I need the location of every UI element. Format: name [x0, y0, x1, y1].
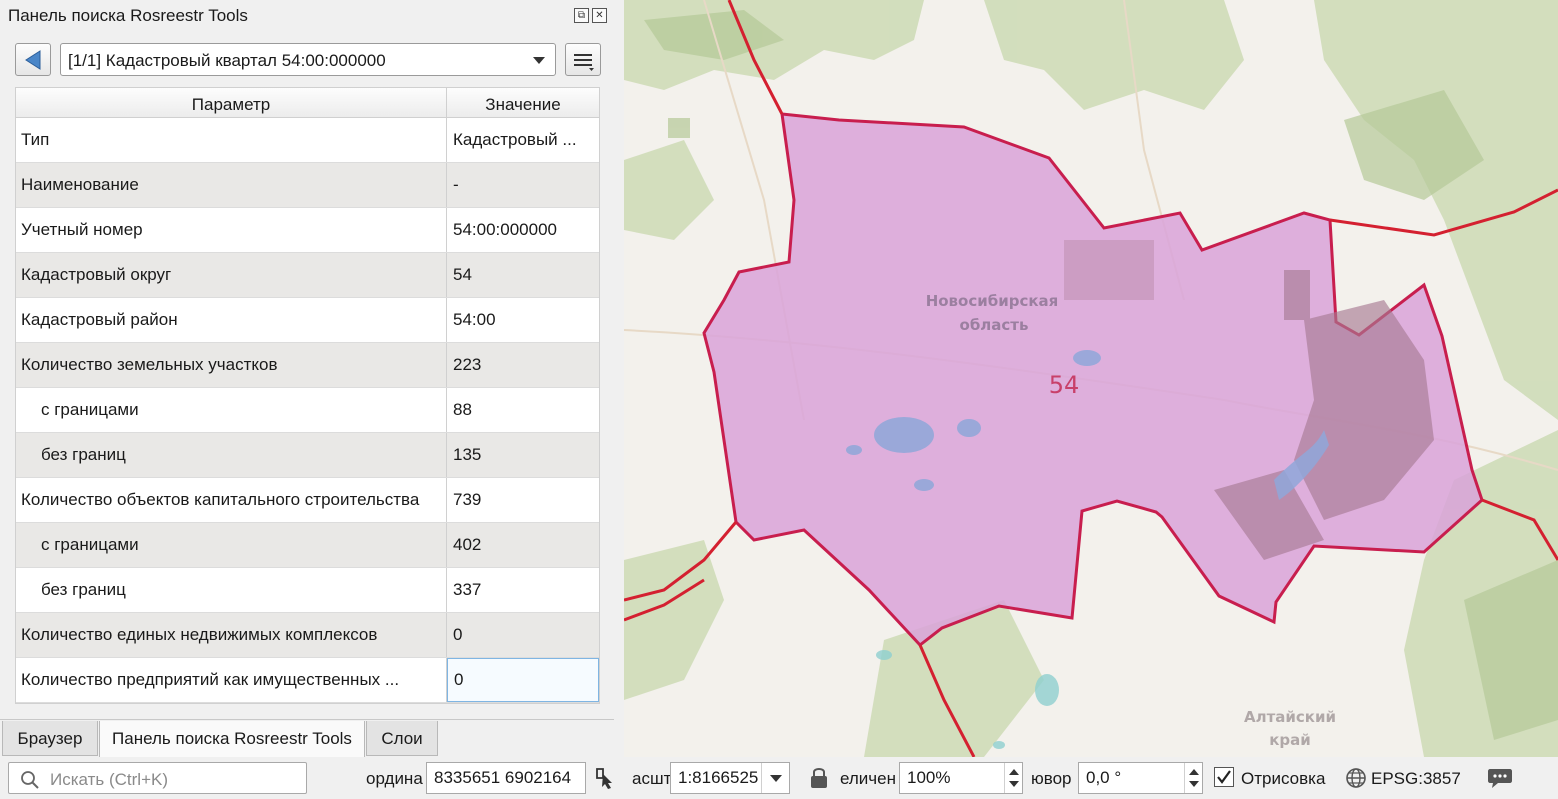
- magnifier-label: еличен: [840, 769, 897, 788]
- chevron-down-icon: [761, 763, 789, 793]
- value-cell: 402: [453, 535, 482, 554]
- param-cell: Тип: [16, 118, 447, 162]
- rotation-value: 0,0 °: [1086, 768, 1122, 787]
- param-cell: Количество объектов капитального строите…: [16, 478, 447, 522]
- checkmark-icon: [1217, 770, 1231, 784]
- value-cell: 337: [453, 580, 482, 599]
- mouse-pointer-coordinates-icon[interactable]: [592, 766, 616, 790]
- tab-rosreestr-search[interactable]: Панель поиска Rosreestr Tools: [99, 721, 365, 758]
- column-header-value[interactable]: Значение: [447, 88, 599, 118]
- table-row[interactable]: Количество земельных участков 223: [16, 343, 599, 388]
- status-bar: Искать (Ctrl+K) ордина 8335651 6902164 а…: [0, 757, 1558, 799]
- neighbor-region-label: Алтайский: [1244, 708, 1336, 726]
- lock-icon[interactable]: [808, 766, 830, 790]
- undock-icon[interactable]: ⧉: [574, 8, 589, 23]
- value-cell: 0: [453, 625, 463, 644]
- param-cell: с границами: [16, 388, 447, 432]
- rotation-label: ювор: [1031, 769, 1072, 788]
- spin-arrows-icon[interactable]: [1004, 763, 1022, 793]
- region-name-label: Новосибирская: [926, 292, 1059, 310]
- crs-label[interactable]: EPSG:3857: [1371, 769, 1461, 789]
- magnifier-spinbox[interactable]: 100%: [899, 762, 1023, 794]
- coordinate-label: ордина: [366, 769, 423, 788]
- value-cell: 54:00: [453, 310, 496, 329]
- value-cell: 54: [453, 265, 472, 284]
- tab-layers[interactable]: Слои: [366, 721, 438, 756]
- dock-tabbar: Браузер Панель поиска Rosreestr Tools Сл…: [0, 719, 614, 758]
- result-select[interactable]: [1/1] Кадастровый квартал 54:00:000000: [60, 43, 556, 76]
- param-cell: Количество единых недвижимых комплексов: [16, 613, 447, 657]
- locator-search-input[interactable]: Искать (Ctrl+K): [8, 762, 307, 794]
- value-cell: 223: [453, 355, 482, 374]
- back-button[interactable]: [15, 43, 51, 76]
- table-row[interactable]: без границ 337: [16, 568, 599, 613]
- arrow-left-icon: [25, 50, 41, 70]
- param-cell: Количество земельных участков: [16, 343, 447, 387]
- map-canvas[interactable]: Новосибирская область 54 Алтайский край: [624, 0, 1558, 757]
- region-number-label: 54: [1049, 371, 1080, 399]
- param-cell: Кадастровый район: [16, 298, 447, 342]
- table-row[interactable]: без границ 135: [16, 433, 599, 478]
- param-cell: Наименование: [16, 163, 447, 207]
- param-cell: без границ: [16, 433, 447, 477]
- value-cell-selected[interactable]: 0: [447, 658, 599, 702]
- globe-icon[interactable]: [1345, 767, 1367, 789]
- menu-button[interactable]: [565, 43, 601, 76]
- neighbor-region-label-2: край: [1269, 731, 1311, 749]
- search-icon: [21, 771, 39, 789]
- table-row[interactable]: с границами 402: [16, 523, 599, 568]
- table-row[interactable]: Количество единых недвижимых комплексов …: [16, 613, 599, 658]
- render-checkbox[interactable]: [1214, 767, 1234, 787]
- table-row[interactable]: с границами 88: [16, 388, 599, 433]
- value-cell: 739: [453, 490, 482, 509]
- table-row[interactable]: Тип Кадастровый ...: [16, 118, 599, 163]
- scale-label: асшт: [632, 769, 672, 788]
- hamburger-icon: [574, 54, 594, 71]
- attributes-table: Параметр Значение Тип Кадастровый ... На…: [15, 87, 600, 704]
- scale-value: 1:8166525: [678, 768, 759, 787]
- param-cell: Учетный номер: [16, 208, 447, 252]
- magnifier-value: 100%: [907, 768, 951, 787]
- chevron-down-icon: [533, 57, 545, 64]
- scale-combo[interactable]: 1:8166525: [670, 762, 790, 794]
- search-placeholder: Искать (Ctrl+K): [50, 770, 169, 789]
- param-cell: с границами: [16, 523, 447, 567]
- table-row[interactable]: Наименование -: [16, 163, 599, 208]
- region-name-label-2: область: [960, 316, 1029, 334]
- table-row[interactable]: Количество объектов капитального строите…: [16, 478, 599, 523]
- value-cell: 54:00:000000: [453, 220, 557, 239]
- param-cell: без границ: [16, 568, 447, 612]
- table-row[interactable]: Кадастровый округ 54: [16, 253, 599, 298]
- rotation-spinbox[interactable]: 0,0 °: [1078, 762, 1203, 794]
- value-cell: -: [453, 175, 459, 194]
- value-cell: 135: [453, 445, 482, 464]
- spin-arrows-icon[interactable]: [1184, 763, 1202, 793]
- value-cell: Кадастровый ...: [453, 130, 577, 149]
- param-cell: Кадастровый округ: [16, 253, 447, 297]
- tab-browser[interactable]: Браузер: [2, 721, 98, 756]
- param-cell: Количество предприятий как имущественных…: [16, 658, 447, 702]
- table-row[interactable]: Учетный номер 54:00:000000: [16, 208, 599, 253]
- coordinate-field[interactable]: 8335651 6902164: [426, 762, 586, 794]
- result-select-value: [1/1] Кадастровый квартал 54:00:000000: [68, 51, 386, 70]
- search-panel-dock: Панель поиска Rosreestr Tools ⧉ ✕ [1/1] …: [0, 0, 622, 758]
- close-icon[interactable]: ✕: [592, 8, 607, 23]
- table-row[interactable]: Количество предприятий как имущественных…: [16, 658, 599, 703]
- table-row[interactable]: Кадастровый район 54:00: [16, 298, 599, 343]
- dock-title: Панель поиска Rosreestr Tools: [8, 6, 248, 25]
- column-header-parameter[interactable]: Параметр: [16, 88, 447, 118]
- messages-icon[interactable]: [1487, 766, 1513, 790]
- map-svg: Новосибирская область 54 Алтайский край: [624, 0, 1558, 757]
- render-label: Отрисовка: [1241, 769, 1326, 788]
- value-cell: 88: [453, 400, 472, 419]
